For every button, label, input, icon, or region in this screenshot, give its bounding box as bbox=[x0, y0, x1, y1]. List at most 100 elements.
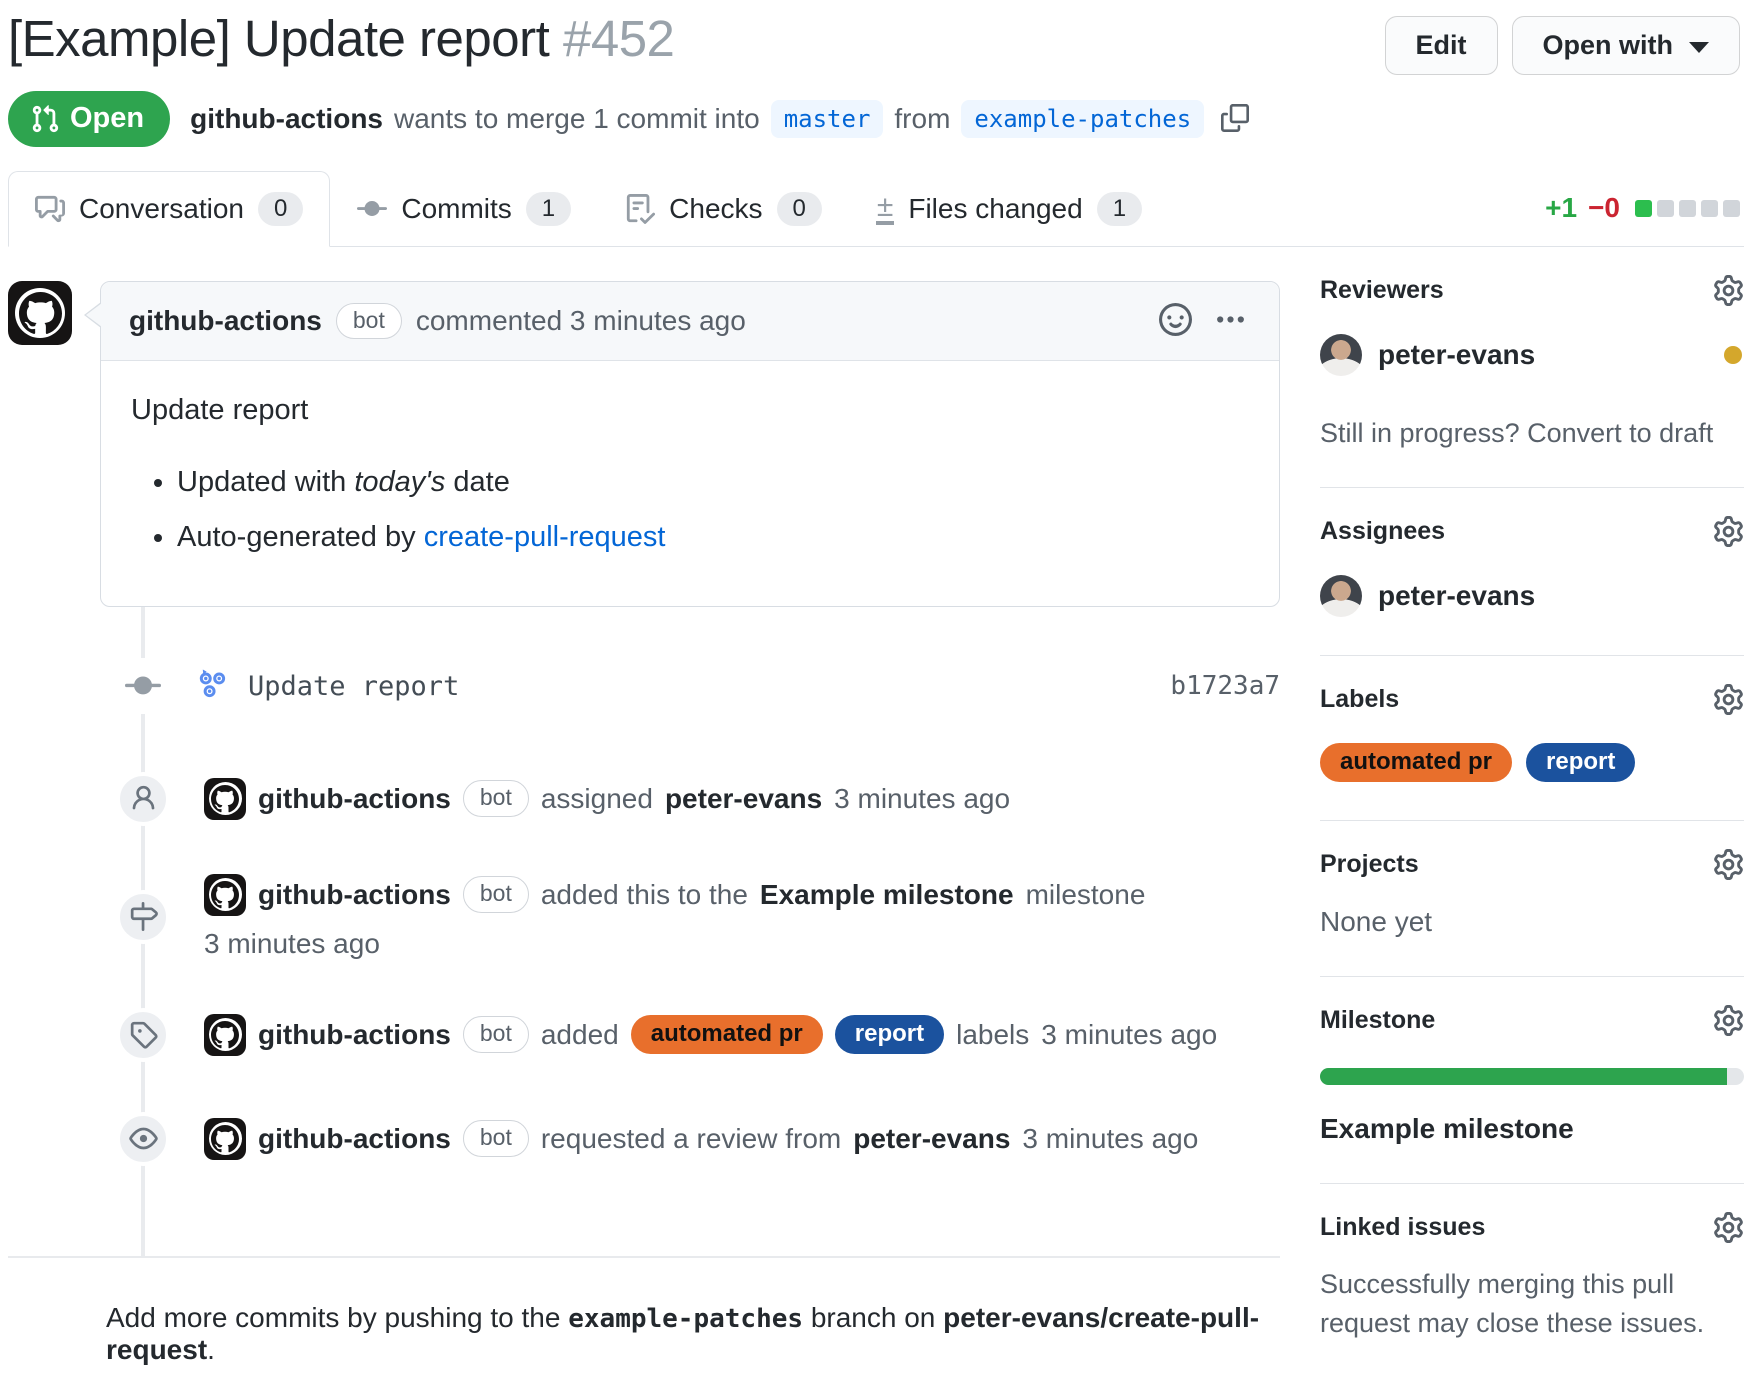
comment-timestamp[interactable]: commented 3 minutes ago bbox=[416, 305, 746, 337]
tab-label: Files changed bbox=[908, 193, 1082, 225]
pr-content: github-actions bot commented 3 minutes a… bbox=[8, 247, 1744, 1396]
event-timestamp[interactable]: 3 minutes ago bbox=[834, 783, 1010, 815]
pr-author-link[interactable]: github-actions bbox=[190, 103, 383, 135]
event-actor-link[interactable]: github-actions bbox=[258, 783, 451, 815]
label-report[interactable]: report bbox=[1526, 743, 1635, 782]
event-text: milestone bbox=[1026, 879, 1146, 911]
avatar[interactable] bbox=[8, 281, 72, 345]
assignee-name-link[interactable]: peter-evans bbox=[1378, 580, 1535, 612]
comment-options-button[interactable] bbox=[1210, 299, 1251, 343]
pr-state-badge: Open bbox=[8, 91, 170, 147]
avatar[interactable] bbox=[204, 874, 246, 916]
bot-badge: bot bbox=[336, 303, 402, 340]
comment-author-link[interactable]: github-actions bbox=[129, 305, 322, 337]
event-badge bbox=[116, 890, 170, 944]
avatar[interactable] bbox=[204, 1014, 246, 1056]
reviewers-settings-button[interactable] bbox=[1713, 275, 1744, 306]
page-title: [Example] Update report #452 bbox=[8, 8, 674, 69]
github-actions-avatar[interactable] bbox=[196, 667, 230, 706]
milestone-icon bbox=[129, 902, 158, 931]
labels-heading-row[interactable]: Labels bbox=[1320, 684, 1744, 715]
chevron-down-icon bbox=[1689, 42, 1709, 53]
person-icon bbox=[129, 784, 158, 813]
event-actor-link[interactable]: github-actions bbox=[258, 879, 451, 911]
event-target-link[interactable]: peter-evans bbox=[665, 783, 822, 815]
add-reaction-button[interactable] bbox=[1155, 299, 1196, 343]
milestone-settings-button[interactable] bbox=[1713, 1005, 1744, 1036]
base-branch-label[interactable]: master bbox=[771, 100, 884, 138]
timeline: Update report b1723a7 github-actions bot… bbox=[8, 607, 1280, 1256]
event-text: added this to the bbox=[541, 879, 748, 911]
comment-bullet: Auto-generated by create-pull-request bbox=[177, 516, 1249, 560]
create-pull-request-link[interactable]: create-pull-request bbox=[424, 521, 666, 553]
convert-to-draft-note: Still in progress? Convert to draft bbox=[1320, 418, 1744, 449]
diff-additions: +1 bbox=[1545, 192, 1577, 224]
kebab-icon bbox=[1214, 303, 1247, 336]
note-text: Add more commits by pushing to the bbox=[106, 1302, 560, 1333]
projects-section: Projects None yet bbox=[1320, 821, 1744, 977]
copy-icon bbox=[1221, 104, 1249, 132]
reviewer-name-link[interactable]: peter-evans bbox=[1378, 339, 1535, 371]
avatar[interactable] bbox=[1320, 575, 1362, 617]
diffstat[interactable]: +1 −0 bbox=[1545, 192, 1744, 246]
octocat-icon bbox=[209, 1122, 242, 1155]
pr-number: #452 bbox=[563, 10, 674, 67]
tab-label: Commits bbox=[401, 193, 511, 225]
event-actor-link[interactable]: github-actions bbox=[258, 1019, 451, 1051]
bot-badge: bot bbox=[463, 1016, 529, 1053]
pr-tabs: Conversation 0 Commits 1 Checks 0 ± File… bbox=[8, 171, 1744, 247]
label-automated-pr[interactable]: automated pr bbox=[1320, 743, 1512, 782]
avatar[interactable] bbox=[1320, 334, 1362, 376]
head-branch-label[interactable]: example-patches bbox=[961, 100, 1204, 138]
assignees-settings-button[interactable] bbox=[1713, 516, 1744, 547]
projects-settings-button[interactable] bbox=[1713, 849, 1744, 880]
bullet-text: Auto-generated by bbox=[177, 521, 416, 553]
event-timestamp[interactable]: 3 minutes ago bbox=[1041, 1019, 1217, 1051]
octocat-icon bbox=[15, 288, 65, 338]
edit-button[interactable]: Edit bbox=[1385, 16, 1498, 75]
milestone-progress-bar bbox=[1320, 1068, 1744, 1085]
milestone-name-link[interactable]: Example milestone bbox=[1320, 1113, 1744, 1145]
label-automated-pr[interactable]: automated pr bbox=[631, 1015, 823, 1054]
bot-badge: bot bbox=[463, 780, 529, 817]
event-timestamp[interactable]: 3 minutes ago bbox=[204, 928, 380, 960]
avatar[interactable] bbox=[204, 778, 246, 820]
tab-conversation[interactable]: Conversation 0 bbox=[8, 171, 330, 247]
tab-label: Checks bbox=[669, 193, 762, 225]
event-text: requested a review from bbox=[541, 1123, 841, 1155]
reviewer-row: peter-evans bbox=[1320, 334, 1744, 376]
copy-branch-button[interactable] bbox=[1215, 104, 1249, 135]
event-actor-link[interactable]: github-actions bbox=[258, 1123, 451, 1155]
section-heading: Assignees bbox=[1320, 517, 1445, 546]
gear-icon bbox=[1713, 684, 1744, 715]
label-report[interactable]: report bbox=[835, 1015, 944, 1054]
commit-sha-link[interactable]: b1723a7 bbox=[1170, 671, 1280, 701]
bot-gears-icon bbox=[196, 667, 230, 701]
commit-message-link[interactable]: Update report bbox=[248, 671, 459, 702]
event-target-link[interactable]: Example milestone bbox=[760, 879, 1014, 911]
event-target-link[interactable]: peter-evans bbox=[853, 1123, 1010, 1155]
tab-count: 0 bbox=[777, 192, 822, 226]
open-with-label: Open with bbox=[1543, 30, 1674, 61]
open-with-button[interactable]: Open with bbox=[1512, 16, 1741, 75]
tab-checks[interactable]: Checks 0 bbox=[598, 171, 849, 247]
milestone-heading-row[interactable]: Milestone bbox=[1320, 1005, 1744, 1036]
projects-heading-row[interactable]: Projects bbox=[1320, 849, 1744, 880]
avatar[interactable] bbox=[204, 1118, 246, 1160]
milestone-section: Milestone Example milestone bbox=[1320, 977, 1744, 1184]
checklist-icon bbox=[625, 194, 655, 224]
diff-block-neutral bbox=[1701, 200, 1718, 217]
event-timestamp[interactable]: 3 minutes ago bbox=[1022, 1123, 1198, 1155]
event-badge bbox=[116, 772, 170, 826]
bot-badge: bot bbox=[463, 876, 529, 913]
event-badge bbox=[116, 1008, 170, 1062]
assignees-section: Assignees peter-evans bbox=[1320, 488, 1744, 656]
tab-files-changed[interactable]: ± Files changed 1 bbox=[849, 171, 1169, 247]
tab-commits[interactable]: Commits 1 bbox=[330, 171, 598, 247]
git-pull-request-icon bbox=[30, 104, 60, 134]
reviewers-heading-row[interactable]: Reviewers bbox=[1320, 275, 1744, 306]
convert-to-draft-link[interactable]: Convert to draft bbox=[1527, 418, 1713, 448]
assignees-heading-row[interactable]: Assignees bbox=[1320, 516, 1744, 547]
labels-settings-button[interactable] bbox=[1713, 684, 1744, 715]
tab-count: 0 bbox=[258, 192, 303, 226]
